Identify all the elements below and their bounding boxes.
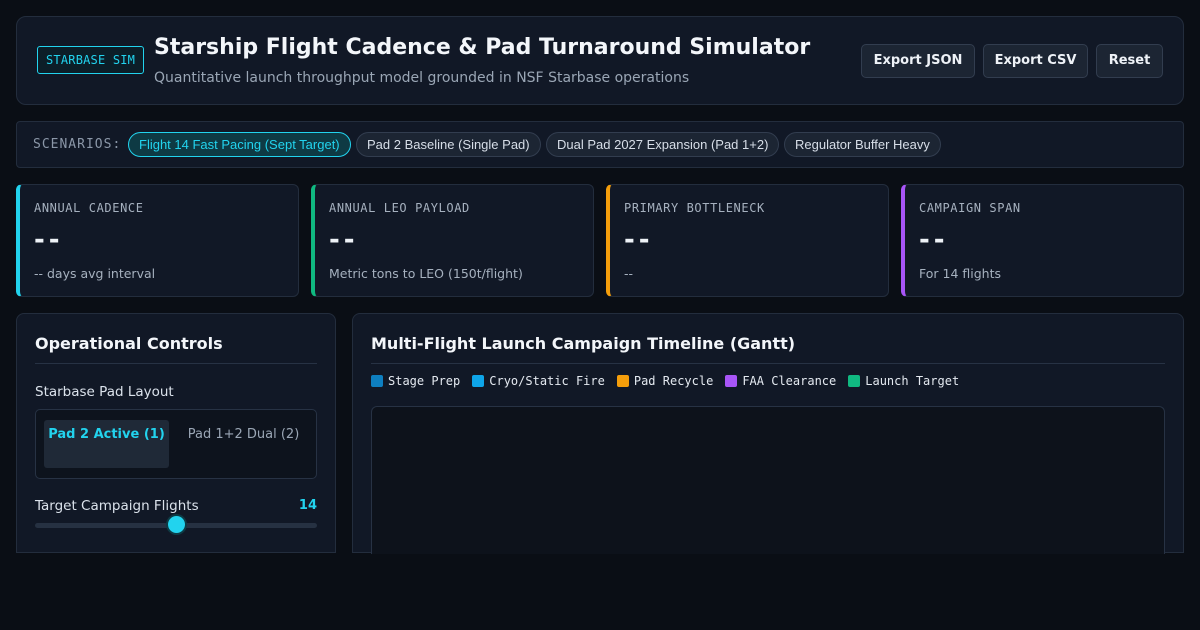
pad-option-dual[interactable]: Pad 1+2 Dual (2) <box>181 420 306 468</box>
flights-label: Target Campaign Flights <box>35 498 199 514</box>
legend-label: Pad Recycle <box>633 374 714 388</box>
legend-label: Cryo/Static Fire <box>489 374 605 388</box>
legend-swatch <box>371 375 383 387</box>
stat-label: ANNUAL CADENCE <box>34 201 144 215</box>
pad-layout-toggle: Pad 2 Active (1) Pad 1+2 Dual (2) <box>35 409 317 479</box>
export-json-button[interactable]: Export JSON <box>861 44 975 78</box>
reset-button[interactable]: Reset <box>1096 44 1163 78</box>
stat-card-campaign-span: CAMPAIGN SPAN -- For 14 flights <box>901 184 1184 297</box>
legend-swatch <box>472 375 485 387</box>
legend-item-pad-recycle: Pad Recycle <box>616 374 714 388</box>
legend-item-launch-target: Launch Target <box>848 374 959 388</box>
scenario-chip-dual-pad[interactable]: Dual Pad 2027 Expansion (Pad 1+2) <box>546 132 780 157</box>
pad-option-pad2-active[interactable]: Pad 2 Active (1) <box>44 420 169 468</box>
stat-card-primary-bottleneck: PRIMARY BOTTLENECK -- -- <box>606 184 889 297</box>
stat-value: -- <box>624 225 654 255</box>
stat-card-annual-leo-payload: ANNUAL LEO PAYLOAD -- Metric tons to LEO… <box>311 184 594 297</box>
panel-title: Multi-Flight Launch Campaign Timeline (G… <box>371 334 796 353</box>
legend-swatch <box>848 375 861 387</box>
stat-note: -- <box>624 266 634 281</box>
stat-note: Metric tons to LEO (150t/flight) <box>329 266 523 281</box>
divider <box>35 363 317 364</box>
stat-card-annual-cadence: ANNUAL CADENCE -- -- days avg interval <box>16 184 299 297</box>
stat-label: ANNUAL LEO PAYLOAD <box>329 201 470 215</box>
page-subtitle: Quantitative launch throughput model gro… <box>154 70 690 86</box>
stat-label: PRIMARY BOTTLENECK <box>624 201 765 215</box>
stat-value: -- <box>919 225 949 255</box>
legend-label: Stage Prep <box>388 374 461 388</box>
stat-note: -- days avg interval <box>34 266 156 281</box>
legend-item-cryo-static-fire: Cryo/Static Fire <box>472 374 605 388</box>
timeline-legend: Stage Prep Cryo/Static Fire Pad Recycle … <box>371 374 959 388</box>
stat-value: -- <box>34 225 64 255</box>
app-badge: STARBASE SIM <box>37 46 145 74</box>
stat-label: CAMPAIGN SPAN <box>919 201 1021 215</box>
flights-slider-thumb[interactable] <box>167 516 185 533</box>
timeline-panel: Multi-Flight Launch Campaign Timeline (G… <box>352 313 1184 554</box>
scenario-chip-pad2-baseline[interactable]: Pad 2 Baseline (Single Pad) <box>356 132 541 157</box>
divider <box>371 363 1165 364</box>
page-title: Starship Flight Cadence & Pad Turnaround… <box>154 35 811 60</box>
pad-layout-label: Starbase Pad Layout <box>35 384 174 400</box>
scenario-bar: SCENARIOS: Flight 14 Fast Pacing (Sept T… <box>16 121 1184 168</box>
scenario-chip-regulator-buffer[interactable]: Regulator Buffer Heavy <box>784 132 941 157</box>
flights-value: 14 <box>298 498 317 513</box>
legend-swatch <box>616 375 629 387</box>
gantt-chart-area[interactable] <box>371 406 1165 554</box>
app-header: STARBASE SIM Starship Flight Cadence & P… <box>16 16 1184 105</box>
scenarios-label: SCENARIOS: <box>33 137 122 152</box>
legend-label: Launch Target <box>865 374 960 388</box>
stat-note: For 14 flights <box>919 266 1002 281</box>
operational-controls-panel: Operational Controls Starbase Pad Layout… <box>16 313 336 553</box>
legend-item-stage-prep: Stage Prep <box>371 374 460 388</box>
export-csv-button[interactable]: Export CSV <box>983 44 1088 78</box>
legend-item-faa-clearance: FAA Clearance <box>725 374 836 388</box>
legend-label: FAA Clearance <box>742 374 837 388</box>
stat-value: -- <box>329 225 359 255</box>
legend-swatch <box>725 375 738 387</box>
panel-title: Operational Controls <box>35 334 223 353</box>
scenario-chip-flight14[interactable]: Flight 14 Fast Pacing (Sept Target) <box>128 132 351 157</box>
